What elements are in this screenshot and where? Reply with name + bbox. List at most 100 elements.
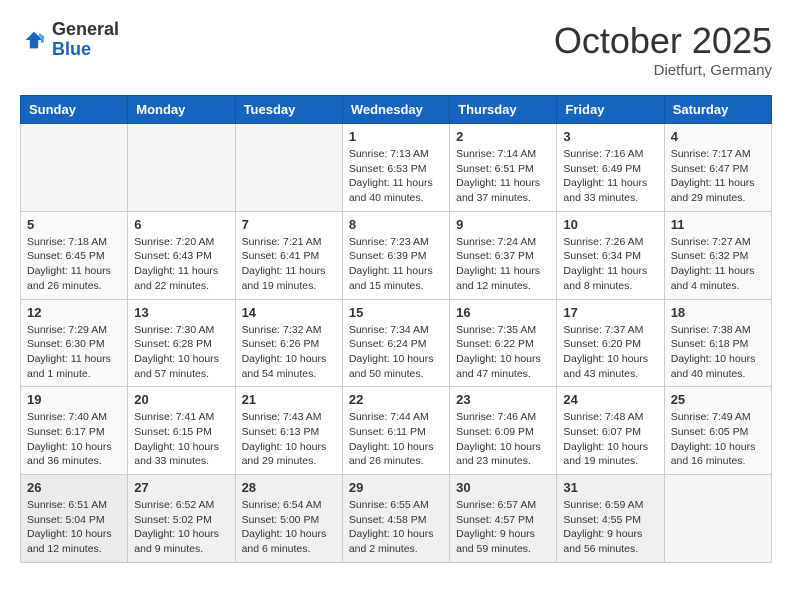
logo-blue: Blue bbox=[52, 39, 91, 59]
calendar-cell bbox=[128, 124, 235, 212]
weekday-header-sunday: Sunday bbox=[21, 96, 128, 124]
calendar-cell: 16Sunrise: 7:35 AM Sunset: 6:22 PM Dayli… bbox=[450, 299, 557, 387]
cell-content: Sunrise: 7:27 AM Sunset: 6:32 PM Dayligh… bbox=[671, 235, 765, 294]
day-number: 17 bbox=[563, 305, 657, 320]
day-number: 1 bbox=[349, 129, 443, 144]
cell-content: Sunrise: 7:40 AM Sunset: 6:17 PM Dayligh… bbox=[27, 410, 121, 469]
day-number: 18 bbox=[671, 305, 765, 320]
week-row-4: 19 Sunrise: 7:40 AM Sunset: 6:17 PM Dayli… bbox=[21, 387, 772, 475]
week-row-5: 26 Sunrise: 6:51 AM Sunset: 5:04 PM Dayli… bbox=[21, 475, 772, 563]
day-number: 5 bbox=[27, 217, 121, 232]
cell-content: Sunrise: 7:34 AM Sunset: 6:24 PM Dayligh… bbox=[349, 323, 443, 382]
weekday-header-monday: Monday bbox=[128, 96, 235, 124]
day-number: 19 bbox=[27, 392, 121, 407]
calendar-cell: 22Sunrise: 7:44 AM Sunset: 6:11 PM Dayli… bbox=[342, 387, 449, 475]
cell-content: Sunrise: 6:55 AM Sunset: 4:58 PM Dayligh… bbox=[349, 498, 443, 557]
weekday-header-tuesday: Tuesday bbox=[235, 96, 342, 124]
calendar-cell: 31Sunrise: 6:59 AM Sunset: 4:55 PM Dayli… bbox=[557, 475, 664, 563]
weekday-header-friday: Friday bbox=[557, 96, 664, 124]
day-number: 13 bbox=[134, 305, 228, 320]
calendar-cell: 4 Sunrise: 7:17 AM Sunset: 6:47 PM Daylig… bbox=[664, 124, 771, 212]
calendar-cell: 29 Sunrise: 6:55 AM Sunset: 4:58 PM Dayli… bbox=[342, 475, 449, 563]
week-row-1: 1 Sunrise: 7:13 AM Sunset: 6:53 PM Daylig… bbox=[21, 124, 772, 212]
day-number: 29 bbox=[349, 480, 443, 495]
cell-content: Sunrise: 6:51 AM Sunset: 5:04 PM Dayligh… bbox=[27, 498, 121, 557]
week-row-2: 5 Sunrise: 7:18 AM Sunset: 6:45 PM Daylig… bbox=[21, 211, 772, 299]
cell-content: Sunrise: 7:18 AM Sunset: 6:45 PM Dayligh… bbox=[27, 235, 121, 294]
day-number: 11 bbox=[671, 217, 765, 232]
calendar-cell: 18 Sunrise: 7:38 AM Sunset: 6:18 PM Dayli… bbox=[664, 299, 771, 387]
page-header: General Blue October 2025 Dietfurt, Germ… bbox=[20, 20, 772, 79]
logo: General Blue bbox=[20, 20, 119, 60]
logo-general: General bbox=[52, 19, 119, 39]
calendar-cell: 7 Sunrise: 7:21 AM Sunset: 6:41 PM Daylig… bbox=[235, 211, 342, 299]
calendar-cell: 27Sunrise: 6:52 AM Sunset: 5:02 PM Dayli… bbox=[128, 475, 235, 563]
cell-content: Sunrise: 7:48 AM Sunset: 6:07 PM Dayligh… bbox=[563, 410, 657, 469]
weekday-header-wednesday: Wednesday bbox=[342, 96, 449, 124]
cell-content: Sunrise: 7:49 AM Sunset: 6:05 PM Dayligh… bbox=[671, 410, 765, 469]
day-number: 8 bbox=[349, 217, 443, 232]
calendar-cell: 12 Sunrise: 7:29 AM Sunset: 6:30 PM Dayli… bbox=[21, 299, 128, 387]
month-title: October 2025 bbox=[554, 20, 772, 62]
calendar-cell: 13 Sunrise: 7:30 AM Sunset: 6:28 PM Dayli… bbox=[128, 299, 235, 387]
day-number: 6 bbox=[134, 217, 228, 232]
calendar-cell: 25Sunrise: 7:49 AM Sunset: 6:05 PM Dayli… bbox=[664, 387, 771, 475]
weekday-header-thursday: Thursday bbox=[450, 96, 557, 124]
cell-content: Sunrise: 7:46 AM Sunset: 6:09 PM Dayligh… bbox=[456, 410, 550, 469]
calendar-cell: 1 Sunrise: 7:13 AM Sunset: 6:53 PM Daylig… bbox=[342, 124, 449, 212]
day-number: 22 bbox=[349, 392, 443, 407]
calendar-cell: 3Sunrise: 7:16 AM Sunset: 6:49 PM Daylig… bbox=[557, 124, 664, 212]
cell-content: Sunrise: 6:57 AM Sunset: 4:57 PM Dayligh… bbox=[456, 498, 550, 557]
day-number: 27 bbox=[134, 480, 228, 495]
cell-content: Sunrise: 7:16 AM Sunset: 6:49 PM Dayligh… bbox=[563, 147, 657, 206]
calendar-cell bbox=[235, 124, 342, 212]
day-number: 10 bbox=[563, 217, 657, 232]
day-number: 30 bbox=[456, 480, 550, 495]
cell-content: Sunrise: 7:35 AM Sunset: 6:22 PM Dayligh… bbox=[456, 323, 550, 382]
day-number: 9 bbox=[456, 217, 550, 232]
cell-content: Sunrise: 6:54 AM Sunset: 5:00 PM Dayligh… bbox=[242, 498, 336, 557]
cell-content: Sunrise: 7:30 AM Sunset: 6:28 PM Dayligh… bbox=[134, 323, 228, 382]
cell-content: Sunrise: 7:41 AM Sunset: 6:15 PM Dayligh… bbox=[134, 410, 228, 469]
day-number: 21 bbox=[242, 392, 336, 407]
cell-content: Sunrise: 7:38 AM Sunset: 6:18 PM Dayligh… bbox=[671, 323, 765, 382]
calendar-cell: 26 Sunrise: 6:51 AM Sunset: 5:04 PM Dayli… bbox=[21, 475, 128, 563]
day-number: 12 bbox=[27, 305, 121, 320]
day-number: 4 bbox=[671, 129, 765, 144]
cell-content: Sunrise: 7:29 AM Sunset: 6:30 PM Dayligh… bbox=[27, 323, 121, 382]
cell-content: Sunrise: 7:37 AM Sunset: 6:20 PM Dayligh… bbox=[563, 323, 657, 382]
calendar-cell: 28Sunrise: 6:54 AM Sunset: 5:00 PM Dayli… bbox=[235, 475, 342, 563]
day-number: 2 bbox=[456, 129, 550, 144]
cell-content: Sunrise: 7:43 AM Sunset: 6:13 PM Dayligh… bbox=[242, 410, 336, 469]
logo-icon bbox=[20, 26, 48, 54]
cell-content: Sunrise: 7:32 AM Sunset: 6:26 PM Dayligh… bbox=[242, 323, 336, 382]
calendar-cell: 23 Sunrise: 7:46 AM Sunset: 6:09 PM Dayli… bbox=[450, 387, 557, 475]
calendar-cell: 9Sunrise: 7:24 AM Sunset: 6:37 PM Daylig… bbox=[450, 211, 557, 299]
calendar-cell: 2Sunrise: 7:14 AM Sunset: 6:51 PM Daylig… bbox=[450, 124, 557, 212]
logo-name: General Blue bbox=[52, 20, 119, 60]
day-number: 14 bbox=[242, 305, 336, 320]
day-number: 23 bbox=[456, 392, 550, 407]
cell-content: Sunrise: 7:13 AM Sunset: 6:53 PM Dayligh… bbox=[349, 147, 443, 206]
logo-text-block: General Blue bbox=[52, 20, 119, 60]
calendar-cell: 24Sunrise: 7:48 AM Sunset: 6:07 PM Dayli… bbox=[557, 387, 664, 475]
calendar-cell: 8 Sunrise: 7:23 AM Sunset: 6:39 PM Daylig… bbox=[342, 211, 449, 299]
day-number: 26 bbox=[27, 480, 121, 495]
calendar-cell: 15 Sunrise: 7:34 AM Sunset: 6:24 PM Dayli… bbox=[342, 299, 449, 387]
cell-content: Sunrise: 7:23 AM Sunset: 6:39 PM Dayligh… bbox=[349, 235, 443, 294]
calendar-cell bbox=[664, 475, 771, 563]
day-number: 15 bbox=[349, 305, 443, 320]
weekday-header-saturday: Saturday bbox=[664, 96, 771, 124]
day-number: 7 bbox=[242, 217, 336, 232]
calendar-cell: 21 Sunrise: 7:43 AM Sunset: 6:13 PM Dayli… bbox=[235, 387, 342, 475]
weekday-header-row: SundayMondayTuesdayWednesdayThursdayFrid… bbox=[21, 96, 772, 124]
cell-content: Sunrise: 7:17 AM Sunset: 6:47 PM Dayligh… bbox=[671, 147, 765, 206]
calendar-cell: 11 Sunrise: 7:27 AM Sunset: 6:32 PM Dayli… bbox=[664, 211, 771, 299]
location: Dietfurt, Germany bbox=[554, 62, 772, 79]
title-block: October 2025 Dietfurt, Germany bbox=[554, 20, 772, 79]
calendar-cell: 20Sunrise: 7:41 AM Sunset: 6:15 PM Dayli… bbox=[128, 387, 235, 475]
cell-content: Sunrise: 6:59 AM Sunset: 4:55 PM Dayligh… bbox=[563, 498, 657, 557]
cell-content: Sunrise: 7:21 AM Sunset: 6:41 PM Dayligh… bbox=[242, 235, 336, 294]
calendar-cell: 14 Sunrise: 7:32 AM Sunset: 6:26 PM Dayli… bbox=[235, 299, 342, 387]
week-row-3: 12 Sunrise: 7:29 AM Sunset: 6:30 PM Dayli… bbox=[21, 299, 772, 387]
